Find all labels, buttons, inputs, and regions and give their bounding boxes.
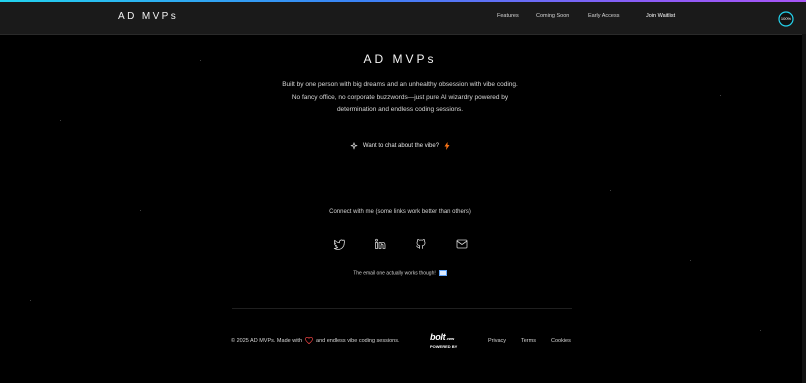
bolt-logo: bolt.new [430,332,454,342]
chat-prompt-text: Want to chat about the vibe? [362,143,440,149]
star [690,260,691,261]
bolt-badge[interactable]: bolt.new POWERED BY [429,332,465,350]
star [30,300,31,301]
github-icon [416,239,426,249]
mail-icon [456,239,468,249]
star [610,190,611,191]
footer-link-privacy[interactable]: Privacy [488,338,506,344]
twitter-icon [333,239,346,250]
lightning-icon [444,142,450,150]
star [60,120,61,121]
bolt-logo-text: bolt [430,332,446,342]
linkedin-link[interactable] [374,237,386,249]
footer-copyright: © 2025 AD MVPs. Made with and endless vi… [231,337,400,344]
brand-logo[interactable]: AD MVPs [118,11,178,22]
nav-link-join-waitlist[interactable]: Join Waitlist [646,13,675,19]
footer-link-terms[interactable]: Terms [521,338,536,344]
page: AD MVPs Features Coming Soon Early Acces… [0,0,806,383]
bolt-tagline: POWERED BY [430,344,458,349]
email-note-text: The email one actually works though! [353,270,436,277]
nav-link-coming-soon[interactable]: Coming Soon [536,13,569,19]
chat-link[interactable]: Want to chat about the vibe? [0,142,800,150]
heart-icon [305,337,313,344]
hero-title: AD MVPs [363,52,437,66]
linkedin-icon [375,238,386,249]
email-note: The email one actually works though! [0,270,800,276]
email-link[interactable] [456,237,468,249]
scrollbar[interactable] [802,34,806,383]
footer-link-cookies[interactable]: Cookies [551,338,571,344]
star [720,95,721,96]
nav-link-early-access[interactable]: Early Access [588,13,619,19]
connect-heading: Connect with me (some links work better … [329,209,471,215]
hero-description: Built by one person with big dreams and … [282,81,518,113]
sparkles-icon [350,142,358,150]
github-link[interactable] [415,237,427,249]
nav-link-features[interactable]: Features [497,13,519,19]
progress-label: 100% [780,16,792,21]
copyright-prefix: © 2025 AD MVPs. Made with [231,337,303,344]
scroll-progress-ring: 100% [778,11,794,27]
copyright-suffix: and endless vibe coding sessions. [316,337,400,344]
bolt-logo-suffix: .new [446,336,454,341]
envelope-emoji-icon [438,270,447,276]
twitter-link[interactable] [333,237,346,250]
footer-divider [232,308,572,309]
navbar: AD MVPs Features Coming Soon Early Acces… [0,2,806,35]
star [760,330,761,331]
